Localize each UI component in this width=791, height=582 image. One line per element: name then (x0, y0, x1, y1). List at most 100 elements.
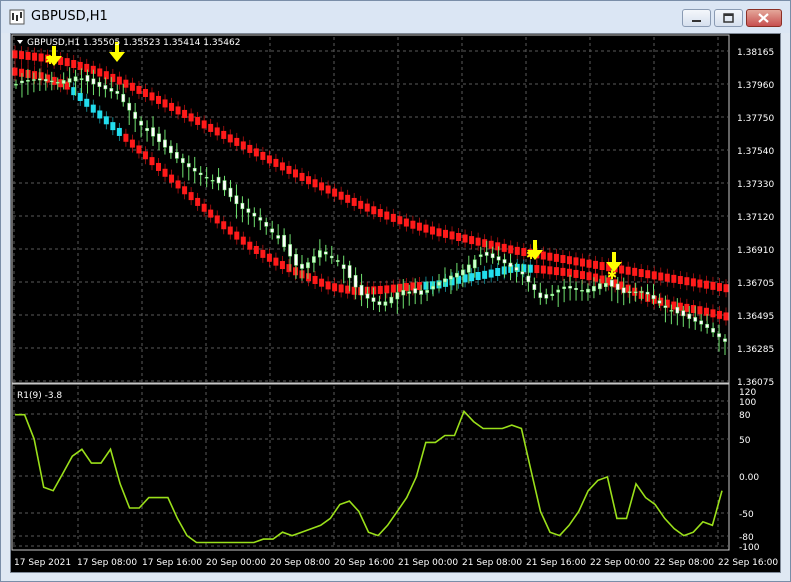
minimize-button[interactable] (682, 9, 711, 27)
indicator-tick: -100 (739, 543, 760, 553)
candle-bear (699, 320, 704, 325)
upper-band-dot (156, 95, 162, 104)
candle-bear (115, 91, 120, 94)
price-tick: 1.37750 (737, 114, 774, 124)
price-panel-header: GBPUSD,H1 1.35505 1.35523 1.35414 1.3546… (27, 38, 240, 48)
candle-bear (282, 234, 286, 248)
candle-bear (234, 195, 239, 205)
upper-band-dot (266, 155, 272, 164)
upper-band-dot (716, 283, 722, 292)
candle-bear (633, 291, 638, 294)
candle-bull (478, 254, 483, 257)
upper-band-dot (25, 51, 31, 60)
lower-band-dot (123, 133, 129, 142)
candle-bear (49, 80, 54, 83)
signal-star-icon[interactable]: ✱ (45, 53, 55, 67)
candle-bull (550, 293, 555, 296)
upper-band-dot (19, 51, 25, 60)
upper-band-dot (619, 265, 625, 274)
candle-bear (675, 306, 680, 314)
candle-bear (532, 284, 537, 291)
candle-bear (359, 284, 364, 296)
upper-band-dot (397, 216, 403, 225)
upper-band-dot (345, 194, 351, 203)
close-icon (758, 13, 769, 23)
candle-bear (508, 262, 513, 267)
close-button[interactable] (746, 9, 782, 27)
lower-band-dot (279, 261, 285, 270)
price-tick: 1.36075 (737, 378, 774, 388)
candle-bull (437, 281, 441, 286)
upper-band-dot (677, 276, 683, 285)
indicator-tick: 80 (739, 411, 751, 421)
upper-band-dot (103, 71, 109, 80)
collapse-triangle-icon[interactable] (17, 40, 23, 44)
lower-band-dot (195, 197, 201, 206)
candle-bear (216, 176, 221, 184)
upper-band-dot (12, 50, 18, 59)
candle-bear (246, 208, 251, 213)
signal-star-icon[interactable]: ✱ (526, 248, 536, 262)
lower-band-dot (162, 168, 168, 177)
candle-bull (472, 259, 477, 269)
candle-bull (443, 278, 447, 283)
upper-band-dot (247, 144, 253, 153)
price-tick: 1.37960 (737, 81, 774, 91)
upper-band-dot (501, 243, 507, 252)
upper-band-dot (658, 272, 664, 281)
time-tick: 21 Sep 00:00 (398, 558, 458, 568)
time-tick: 20 Sep 00:00 (206, 558, 266, 568)
lower-band-dot (495, 267, 501, 276)
upper-band-dot (136, 85, 142, 94)
candle-bear (198, 172, 203, 175)
upper-band-dot (286, 165, 292, 174)
lower-band-dot (182, 186, 188, 195)
candle-bear (693, 317, 698, 322)
lower-band-dot (221, 221, 227, 230)
price-tick: 1.36910 (737, 246, 774, 256)
upper-band-dot (560, 255, 566, 264)
candle-bear (145, 128, 149, 131)
candle-bear (657, 300, 662, 304)
candle-bear (711, 328, 715, 333)
upper-band-dot (690, 278, 696, 287)
chart-area[interactable]: ✱ ✱ ✱ GBPUSD,H1 1.35505 1.35523 1.35414 1.… (10, 33, 781, 573)
time-axis: 17 Sep 2021 17 Sep 08:00 17 Sep 16:00 20… (14, 558, 778, 568)
candle-bear (85, 75, 90, 82)
signal-markers: ✱ ✱ ✱ (45, 42, 622, 282)
indicator-panel-header: R1(9) -3.8 (17, 391, 62, 401)
ma-bands (12, 45, 729, 326)
time-tick: 17 Sep 08:00 (77, 558, 137, 568)
signal-star-icon[interactable]: ✱ (607, 268, 617, 282)
candle-bull (79, 78, 84, 81)
price-tick: 1.36285 (737, 345, 774, 355)
candle-bull (449, 275, 453, 280)
candle-bull (431, 285, 435, 290)
upper-band-dot (240, 141, 246, 150)
candle-bull (61, 80, 66, 84)
indicator-tick: 50 (739, 436, 751, 446)
upper-band-dot (579, 258, 585, 267)
upper-band-dot (32, 52, 38, 61)
chart-canvas[interactable]: ✱ ✱ ✱ GBPUSD,H1 1.35505 1.35523 1.35414 1.… (11, 34, 780, 572)
upper-band-dot (332, 188, 338, 197)
lower-band-dot (175, 180, 181, 189)
lower-band-dot (129, 139, 135, 148)
price-tick: 1.37120 (737, 213, 774, 223)
lower-band-dot (208, 209, 214, 218)
upper-band-dot (182, 109, 188, 118)
upper-band-dot (495, 242, 501, 251)
candle-bull (55, 81, 60, 84)
upper-band-dot (279, 162, 285, 171)
upper-band-dot (384, 211, 390, 220)
maximize-button[interactable] (714, 9, 743, 27)
upper-band-dot (586, 259, 592, 268)
upper-band-dot (514, 246, 520, 255)
candle-bear (91, 78, 96, 85)
upper-band-dot (227, 134, 233, 143)
upper-band-dot (208, 123, 214, 132)
upper-band-dot (645, 270, 651, 279)
lower-band-dot (716, 310, 722, 319)
title-bar[interactable]: GBPUSD,H1 (1, 1, 790, 33)
candle-bear (276, 235, 281, 239)
